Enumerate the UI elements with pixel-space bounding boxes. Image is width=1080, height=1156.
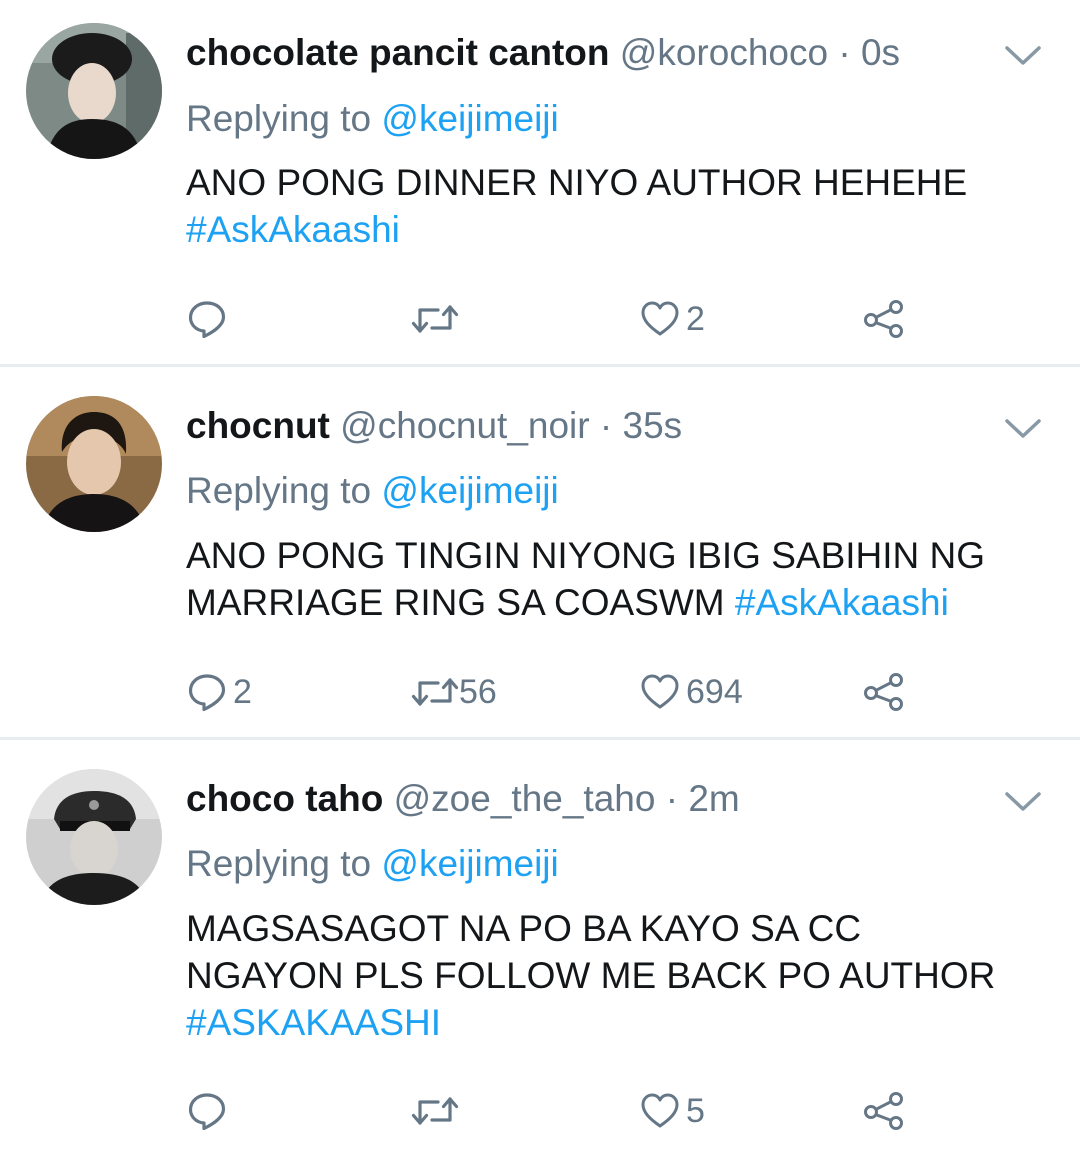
retweet-button[interactable]: [411, 1086, 465, 1136]
share-button[interactable]: [862, 667, 906, 717]
retweet-count: 56: [459, 672, 497, 711]
avatar[interactable]: [26, 23, 162, 159]
retweet-icon: [411, 674, 459, 710]
retweet-icon: [411, 1093, 459, 1129]
replying-to-label: Replying to: [186, 98, 372, 139]
display-name[interactable]: choco taho: [186, 778, 383, 819]
tweet-3[interactable]: choco taho @zoe_the_taho · 2m Replying t…: [0, 740, 1080, 1156]
like-count: 694: [686, 672, 743, 711]
avatar[interactable]: [26, 396, 162, 532]
tweet-text-line: MARRIAGE RING SA COASWM: [186, 582, 725, 623]
tweet-text-line: MAGSASAGOT NA PO BA KAYO SA CC: [186, 908, 862, 949]
reply-button[interactable]: 2: [187, 667, 252, 717]
separator: ·: [838, 32, 851, 73]
like-count: 5: [686, 1091, 705, 1130]
like-button[interactable]: 2: [640, 294, 705, 344]
tweet-2[interactable]: chocnut @chocnut_noir · 35s Replying to …: [0, 367, 1080, 737]
like-button[interactable]: 694: [640, 667, 743, 717]
tweet-text-line: NGAYON PLS FOLLOW ME BACK PO AUTHOR: [186, 955, 996, 996]
share-icon: [862, 672, 906, 712]
like-button[interactable]: 5: [640, 1086, 705, 1136]
user-handle[interactable]: @zoe_the_taho: [394, 778, 656, 819]
timestamp[interactable]: 35s: [623, 405, 683, 446]
hashtag-link[interactable]: #ASKAKAASHI: [186, 999, 1046, 1046]
share-icon: [862, 1091, 906, 1131]
share-icon: [862, 299, 906, 339]
tweet-text: ANO PONG TINGIN NIYONG IBIG SABIHIN NG M…: [186, 532, 1046, 626]
action-bar: 2: [0, 294, 1080, 344]
heart-icon: [640, 1092, 680, 1130]
display-name[interactable]: chocnut: [186, 405, 330, 446]
replying-to-mention[interactable]: @keijimeiji: [381, 470, 558, 511]
user-handle[interactable]: @korochoco: [620, 32, 828, 73]
action-bar: 5: [0, 1086, 1080, 1136]
reply-button[interactable]: [187, 1086, 233, 1136]
like-count: 2: [686, 299, 705, 338]
display-name[interactable]: chocolate pancit canton: [186, 32, 610, 73]
tweet-text: ANO PONG DINNER NIYO AUTHOR HEHEHE #AskA…: [186, 159, 1046, 253]
chevron-down-icon[interactable]: [1003, 413, 1043, 443]
replying-to-mention[interactable]: @keijimeiji: [381, 98, 558, 139]
avatar[interactable]: [26, 769, 162, 905]
share-button[interactable]: [862, 1086, 906, 1136]
reply-icon: [187, 1091, 227, 1131]
heart-icon: [640, 673, 680, 711]
tweet-text-line: ANO PONG TINGIN NIYONG IBIG SABIHIN NG: [186, 535, 986, 576]
retweet-button[interactable]: 56: [411, 667, 497, 717]
replying-to-label: Replying to: [186, 470, 372, 511]
reply-icon: [187, 299, 227, 339]
hashtag-link[interactable]: #AskAkaashi: [186, 206, 1046, 253]
reply-button[interactable]: [187, 294, 233, 344]
chevron-down-icon[interactable]: [1003, 40, 1043, 70]
retweet-icon: [411, 301, 459, 337]
tweet-text: MAGSASAGOT NA PO BA KAYO SA CC NGAYON PL…: [186, 905, 1046, 1046]
retweet-button[interactable]: [411, 294, 465, 344]
tweet-text-line: ANO PONG DINNER NIYO AUTHOR HEHEHE: [186, 162, 968, 203]
replying-to-label: Replying to: [186, 843, 372, 884]
replying-to-mention[interactable]: @keijimeiji: [381, 843, 558, 884]
tweet-1[interactable]: chocolate pancit canton @korochoco · 0s …: [0, 0, 1080, 365]
timestamp[interactable]: 2m: [688, 778, 739, 819]
reply-feed: chocolate pancit canton @korochoco · 0s …: [0, 0, 1080, 1156]
timestamp[interactable]: 0s: [861, 32, 900, 73]
share-button[interactable]: [862, 294, 906, 344]
separator: ·: [665, 778, 679, 819]
heart-icon: [640, 300, 680, 338]
user-handle[interactable]: @chocnut_noir: [340, 405, 589, 446]
action-bar: 2 56 694: [0, 667, 1080, 717]
reply-icon: [187, 672, 227, 712]
hashtag-link[interactable]: #AskAkaashi: [735, 582, 949, 623]
separator: ·: [599, 405, 613, 446]
chevron-down-icon[interactable]: [1003, 786, 1043, 816]
reply-count: 2: [233, 672, 252, 711]
